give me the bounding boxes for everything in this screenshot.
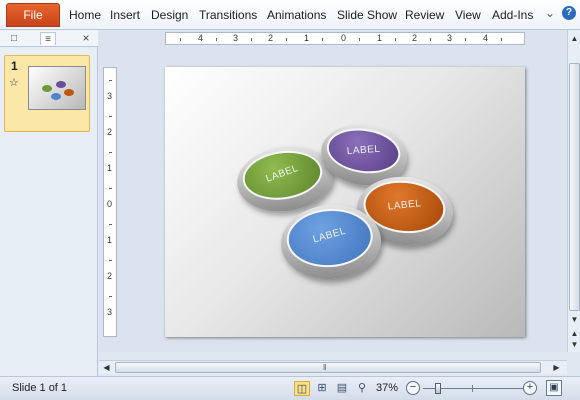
slide-canvas[interactable]: LABEL LABEL LABEL LABEL — [165, 67, 525, 337]
hruler-label: 1 — [377, 33, 383, 43]
scroll-up-icon[interactable]: ▲ — [569, 33, 580, 45]
horizontal-scroll-thumb[interactable]: ‖ — [115, 362, 541, 373]
hruler-tick — [430, 38, 431, 41]
orange-label-text: LABEL — [387, 198, 422, 213]
vruler-label: 1 — [107, 163, 113, 173]
vruler-tick — [109, 260, 112, 261]
hruler-label: 3 — [233, 33, 239, 43]
animation-star-icon: ☆ — [9, 77, 19, 89]
hruler-tick — [322, 38, 323, 41]
hruler-tick — [216, 38, 217, 41]
fit-to-window-icon[interactable]: ▣ — [546, 380, 562, 396]
thumb-orange-dot — [64, 89, 74, 96]
horizontal-ruler: 4 3 2 1 0 1 2 3 4 — [165, 32, 525, 45]
normal-view-icon[interactable]: ◫ — [294, 381, 310, 396]
purple-label-fill: LABEL — [323, 123, 404, 178]
slide-thumbnail-image — [28, 66, 86, 110]
vruler-tick — [109, 188, 112, 189]
vruler-label: 0 — [107, 199, 113, 209]
hruler-label: 4 — [198, 33, 204, 43]
tab-home[interactable]: Home — [69, 8, 101, 22]
hruler-label: 0 — [341, 33, 347, 43]
hruler-label: 3 — [447, 33, 453, 43]
slide-number: 1 — [11, 59, 18, 73]
tab-view[interactable]: View — [455, 8, 481, 22]
scroll-right-icon[interactable]: ▶ — [551, 362, 562, 374]
slide-sorter-view-icon[interactable]: ⊞ — [314, 381, 330, 396]
green-label-fill: LABEL — [239, 145, 326, 205]
tab-insert[interactable]: Insert — [110, 8, 140, 22]
hruler-tick — [395, 38, 396, 41]
blue-label-fill: LABEL — [284, 206, 375, 271]
vertical-scroll-thumb[interactable] — [569, 63, 580, 311]
horizontal-scrollbar[interactable]: ◀ ‖ ▶ — [99, 360, 567, 374]
next-slide-icon[interactable]: ▼ — [569, 339, 580, 351]
tab-transitions[interactable]: Transitions — [199, 8, 257, 22]
vruler-label: 2 — [107, 127, 113, 137]
help-icon[interactable]: ? — [562, 6, 576, 20]
blue-label-text: LABEL — [311, 225, 348, 246]
thumb-green-dot — [42, 85, 52, 92]
file-tab[interactable]: File — [6, 3, 60, 27]
status-bar: Slide 1 of 1 ◫ ⊞ ▤ ⚲ 37% − + ▣ — [0, 376, 580, 400]
hruler-tick — [180, 38, 181, 41]
vruler-label: 3 — [107, 91, 113, 101]
slide-show-view-icon[interactable]: ⚲ — [354, 381, 370, 396]
vruler-tick — [109, 224, 112, 225]
zoom-level[interactable]: 37% — [376, 382, 398, 394]
ribbon-tab-bar: File Home Insert Design Transitions Anim… — [0, 0, 580, 30]
zoom-in-icon[interactable]: + — [523, 381, 537, 395]
vruler-label: 1 — [107, 235, 113, 245]
reading-view-icon[interactable]: ▤ — [334, 381, 350, 396]
hruler-label: 2 — [412, 33, 418, 43]
thumb-purple-dot — [56, 81, 66, 88]
slides-panel: □ ≡ × 1 ☆ — [0, 30, 98, 376]
hruler-tick — [501, 38, 502, 41]
slide-count-status: Slide 1 of 1 — [12, 382, 68, 394]
hruler-tick — [251, 38, 252, 41]
vruler-label: 3 — [107, 307, 113, 317]
scroll-grip-icon: ‖ — [323, 363, 327, 372]
vruler-tick — [109, 152, 112, 153]
vruler-tick — [109, 80, 112, 81]
purple-label-text: LABEL — [346, 143, 381, 158]
tab-design[interactable]: Design — [151, 8, 188, 22]
scroll-down-icon[interactable]: ▼ — [569, 314, 580, 326]
scroll-left-icon[interactable]: ◀ — [101, 362, 112, 374]
green-label-text: LABEL — [264, 162, 300, 185]
hruler-tick — [465, 38, 466, 41]
slide-editing-area: 4 3 2 1 0 1 2 3 4 3 2 1 0 1 2 3 LABEL LA… — [99, 30, 567, 352]
tab-animations[interactable]: Animations — [267, 8, 326, 22]
hruler-label: 4 — [483, 33, 489, 43]
hruler-label: 2 — [268, 33, 274, 43]
vruler-label: 2 — [107, 271, 113, 281]
vruler-tick — [109, 296, 112, 297]
collapse-ribbon-icon[interactable]: ⌄ — [543, 6, 557, 20]
zoom-out-icon[interactable]: − — [406, 381, 420, 395]
thumb-blue-dot — [51, 93, 61, 100]
slides-panel-tabs: □ ≡ × — [0, 30, 98, 47]
hruler-tick — [286, 38, 287, 41]
vertical-ruler: 3 2 1 0 1 2 3 — [103, 67, 117, 337]
slides-tab-icon[interactable]: □ — [6, 32, 22, 45]
tab-slide-show[interactable]: Slide Show — [337, 8, 397, 22]
zoom-slider-center-tick — [472, 385, 473, 392]
vertical-scrollbar[interactable]: ▲ ▼ ▲ ▼ — [567, 30, 580, 352]
vruler-tick — [109, 116, 112, 117]
tab-add-ins[interactable]: Add-Ins — [492, 8, 533, 22]
slide-thumbnail-1[interactable]: 1 ☆ — [4, 55, 90, 132]
hruler-label: 1 — [304, 33, 310, 43]
zoom-slider-thumb[interactable] — [435, 383, 441, 394]
tab-review[interactable]: Review — [405, 8, 444, 22]
close-panel-icon[interactable]: × — [78, 32, 94, 45]
hruler-tick — [359, 38, 360, 41]
outline-tab-icon[interactable]: ≡ — [40, 32, 56, 45]
